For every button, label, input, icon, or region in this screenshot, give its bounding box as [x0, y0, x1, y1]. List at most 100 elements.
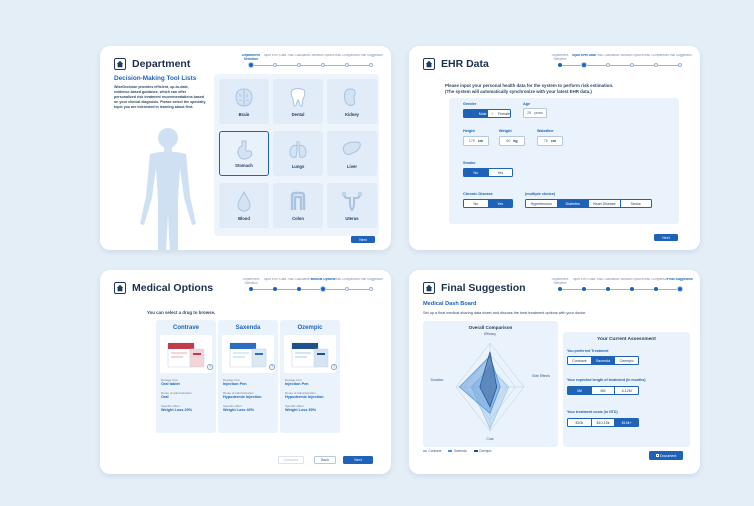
chart-title: Overall Comparison [468, 325, 513, 330]
chronic-disease-label: Chronic Disease [463, 192, 493, 196]
smoke-no-option[interactable]: No [464, 169, 489, 176]
progress-stepper: Department Selection Input EHR Data Risk C… [241, 54, 383, 72]
dosage-value: Injection Pen [285, 382, 309, 386]
next-button[interactable]: Next [343, 456, 373, 464]
home-icon[interactable] [114, 58, 126, 70]
document-icon [655, 453, 659, 458]
assessment-panel: Your Current Assessment You preferred Tr… [563, 332, 690, 447]
cost-10-15k-option[interactable]: $10-15k [592, 419, 616, 426]
weight-input[interactable]: 60 kg [499, 136, 525, 146]
organ-tile-liver[interactable]: Liver [327, 131, 377, 176]
drug-card-contrave[interactable]: Contrave? Dosage form Oral tablet Route of … [156, 320, 216, 433]
step-5[interactable]: Final Suggestion [357, 54, 385, 67]
info-question-icon[interactable]: ? [331, 364, 337, 370]
home-icon[interactable] [423, 282, 435, 294]
smoke-label: Smoke [463, 161, 476, 165]
treatment-options: Contrave Saxenda Ozempic [567, 356, 639, 365]
organ-grid: Brain Dental Kidney Stomach Lungs Liver Blood C… [214, 74, 379, 236]
organ-tile-colon[interactable]: Colon [273, 183, 323, 228]
organ-tile-kidney[interactable]: Kidney [327, 79, 377, 124]
progress-stepper: Department Selection Input EHR Data Risk C… [550, 278, 693, 296]
organ-tile-brain[interactable]: Brain [219, 79, 269, 124]
ehr-instructions: Please input your personal health data f… [445, 83, 614, 94]
step-dot [654, 287, 658, 291]
step-5[interactable]: Final Suggestion [357, 278, 385, 291]
home-icon[interactable] [114, 282, 126, 294]
stomach-icon [237, 140, 253, 160]
stepper-track [251, 64, 371, 66]
disease-stroke-option[interactable]: Stroke [621, 200, 652, 207]
step-dot [345, 63, 349, 67]
smoke-yes-option[interactable]: Yes [489, 169, 513, 176]
step-dot [630, 63, 634, 67]
disease-diabetes-option[interactable]: Diabetes [557, 200, 589, 207]
length-6-12m-option[interactable]: 6-12M [615, 387, 638, 394]
next-button[interactable]: Next [654, 234, 678, 241]
step-dot [558, 63, 562, 67]
disease-hypertension-option[interactable]: Hypertension [526, 200, 558, 207]
age-input[interactable]: 25 years [523, 108, 547, 118]
stepper-track [560, 64, 680, 66]
axis-label-duration: Duration [430, 378, 444, 382]
axis-label-efficacy: Efficacy [484, 332, 496, 336]
step-label: Final Suggestion [667, 278, 693, 281]
organ-tile-blood[interactable]: Blood [219, 183, 269, 228]
length-6m-option[interactable]: 6M [592, 387, 616, 394]
step-5[interactable]: Final Suggestion [666, 278, 694, 291]
length-3m-option[interactable]: 3M [568, 387, 592, 394]
ehr-card: EHR Data Department Selection Input EHR D… [409, 46, 700, 250]
home-icon[interactable] [423, 58, 435, 70]
info-question-icon[interactable]: ? [269, 364, 275, 370]
uterus-icon [341, 192, 362, 212]
dosage-value: Injection Pen [223, 382, 247, 386]
gender-female-option[interactable]: ♀ Female [488, 110, 510, 117]
height-input[interactable]: 170 cm [463, 136, 489, 146]
treatment-ozempic-option[interactable]: Ozempic [615, 357, 638, 364]
gender-toggle: ♂ Male ♀ Female [463, 109, 511, 118]
step-dot [321, 63, 325, 67]
gender-male-option[interactable]: ♂ Male [464, 110, 488, 117]
back-button[interactable]: Back [314, 456, 336, 464]
chronic-yes-option[interactable]: Yes [488, 200, 512, 207]
info-question-icon[interactable]: ? [207, 364, 213, 370]
treatment-saxenda-option[interactable]: Saxenda [591, 357, 616, 364]
next-button[interactable]: Next [351, 236, 375, 243]
page-title: EHR Data [441, 58, 489, 70]
axis-label-cost: Cost [486, 437, 494, 441]
dashboard-subtitle: Medical Dash Board [423, 301, 477, 307]
step-dot [369, 63, 373, 67]
document-button[interactable]: Document [649, 451, 683, 460]
organ-tile-uterus[interactable]: Uterus [327, 183, 377, 228]
legend-item-ozempic: Ozempic [473, 449, 492, 453]
step-dot [678, 287, 682, 291]
drug-name: Contrave [172, 325, 199, 331]
drug-card-ozempic[interactable]: Ozempic? Dosage form Injection Pen Route of… [280, 320, 340, 433]
male-icon: ♂ [469, 111, 473, 116]
step-dot [297, 63, 301, 67]
step-dot [630, 287, 634, 291]
organ-tile-stomach[interactable]: Stomach [219, 131, 269, 176]
colon-icon [290, 191, 306, 210]
drug-card-saxenda[interactable]: Saxenda? Dosage form Injection Pen Route of… [218, 320, 278, 433]
waistline-label: Waistline [537, 129, 554, 133]
step-5[interactable]: Final Suggestion [666, 54, 694, 67]
stepper-track [560, 288, 680, 290]
chronic-no-option[interactable]: No [464, 200, 489, 207]
axis-label-side-effects: Side Effects [531, 374, 551, 378]
effect-value: Weight Loss 20% [161, 408, 193, 412]
kidney-icon [344, 88, 356, 106]
cost-15k-plus-option[interactable]: $15k+ [615, 419, 638, 426]
cost-10k-option[interactable]: $10k [568, 419, 592, 426]
female-icon: ♀ [490, 111, 494, 116]
treatment-contrave-option[interactable]: Contrave [568, 357, 592, 364]
drug-package-image [160, 335, 212, 373]
drug-name: Ozempic [297, 325, 323, 331]
organ-tile-dental[interactable]: Dental [273, 79, 323, 124]
brain-icon [235, 88, 253, 107]
age-label: Age [523, 102, 531, 106]
compare-button[interactable]: Compare [278, 456, 304, 464]
disease-heart-option[interactable]: Heart Disease [589, 200, 621, 207]
waistline-input[interactable]: 70 cm [537, 136, 563, 146]
organ-label: Dental [291, 112, 305, 117]
organ-tile-lungs[interactable]: Lungs [273, 131, 323, 176]
